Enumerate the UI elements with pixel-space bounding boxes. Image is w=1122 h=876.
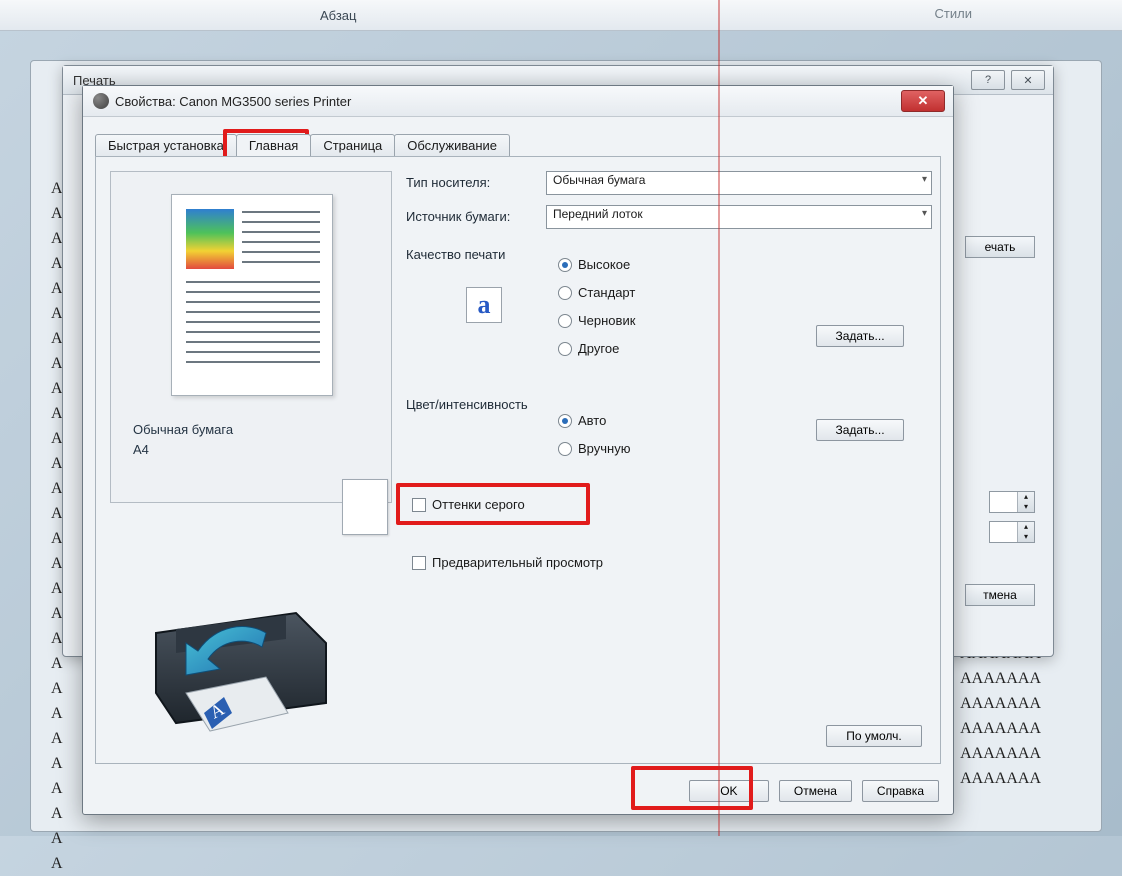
ok-button[interactable]: OK [689,780,769,802]
ribbon: Абзац Стили [0,0,1122,31]
properties-titlebar[interactable]: Свойства: Canon MG3500 series Printer ✕ [83,86,953,117]
print-quality-label: Качество печати [406,247,505,262]
ribbon-group-paragraph: Абзац [320,8,356,23]
print-dialog-print-button[interactable]: ечать [965,236,1035,258]
quality-standard-radio[interactable]: Стандарт [558,285,635,300]
preview-paper-size: A4 [133,440,233,460]
print-spin-2[interactable]: ▴▾ [989,521,1035,543]
grayscale-thumbnail [342,479,388,535]
quality-draft-radio[interactable]: Черновик [558,313,635,328]
cancel-button[interactable]: Отмена [779,780,852,802]
document-left-column: for(let i=0;i<28;i++)document.write('<di… [51,176,63,876]
print-dialog-cancel-button[interactable]: тмена [965,584,1035,606]
color-swatch-icon [186,209,234,269]
dialog-button-row: OK Отмена Справка [689,780,939,802]
radio-icon [558,414,572,428]
quality-other-radio[interactable]: Другое [558,341,619,356]
color-auto-radio[interactable]: Авто [558,413,606,428]
tab-pane-main: Обычная бумага A4 Тип носителя: Обычная … [95,156,941,764]
close-button[interactable]: ✕ [901,90,945,112]
tab-quick-setup[interactable]: Быстрая установка [95,134,237,156]
quality-sample-icon: a [466,287,502,323]
grayscale-checkbox[interactable]: Оттенки серого [412,497,525,512]
checkbox-icon [412,556,426,570]
preview-caption: Обычная бумага A4 [133,420,233,460]
radio-icon [558,342,572,356]
print-spin-1[interactable]: ▴▾ [989,491,1035,513]
radio-icon [558,286,572,300]
tabs-row: Быстрая установка Главная Страница Обслу… [95,134,509,156]
print-close-button[interactable]: ✕ [1011,70,1045,90]
quality-high-radio[interactable]: Высокое [558,257,630,272]
help-button[interactable]: Справка [862,780,939,802]
quality-set-button[interactable]: Задать... [816,325,904,347]
ribbon-group-styles: Стили [935,6,972,21]
printer-illustration-icon: A [116,573,356,743]
properties-title: Свойства: Canon MG3500 series Printer [115,94,351,109]
tab-service[interactable]: Обслуживание [394,134,510,156]
color-manual-radio[interactable]: Вручную [558,441,630,456]
checkbox-icon [412,498,426,512]
paper-source-combo[interactable]: Передний лоток [546,205,932,229]
print-help-button[interactable]: ? [971,70,1005,90]
tab-page[interactable]: Страница [310,134,395,156]
color-intensity-label: Цвет/интенсивность [406,397,528,412]
printer-properties-dialog: Свойства: Canon MG3500 series Printer ✕ … [82,85,954,815]
defaults-button[interactable]: По умолч. [826,725,922,747]
media-type-label: Тип носителя: [406,175,490,190]
document-right-column: for(let i=0;i<6;i++)document.write('<div… [960,641,1041,791]
media-type-combo[interactable]: Обычная бумага [546,171,932,195]
color-set-button[interactable]: Задать... [816,419,904,441]
preview-panel: Обычная бумага A4 [110,171,392,503]
paper-source-label: Источник бумаги: [406,209,510,224]
paper-preview [171,194,333,396]
tab-main[interactable]: Главная [236,134,311,156]
radio-icon [558,314,572,328]
preview-before-print-checkbox[interactable]: Предварительный просмотр [412,555,603,570]
printer-icon [93,93,109,109]
radio-icon [558,258,572,272]
preview-media-type: Обычная бумага [133,420,233,440]
radio-icon [558,442,572,456]
